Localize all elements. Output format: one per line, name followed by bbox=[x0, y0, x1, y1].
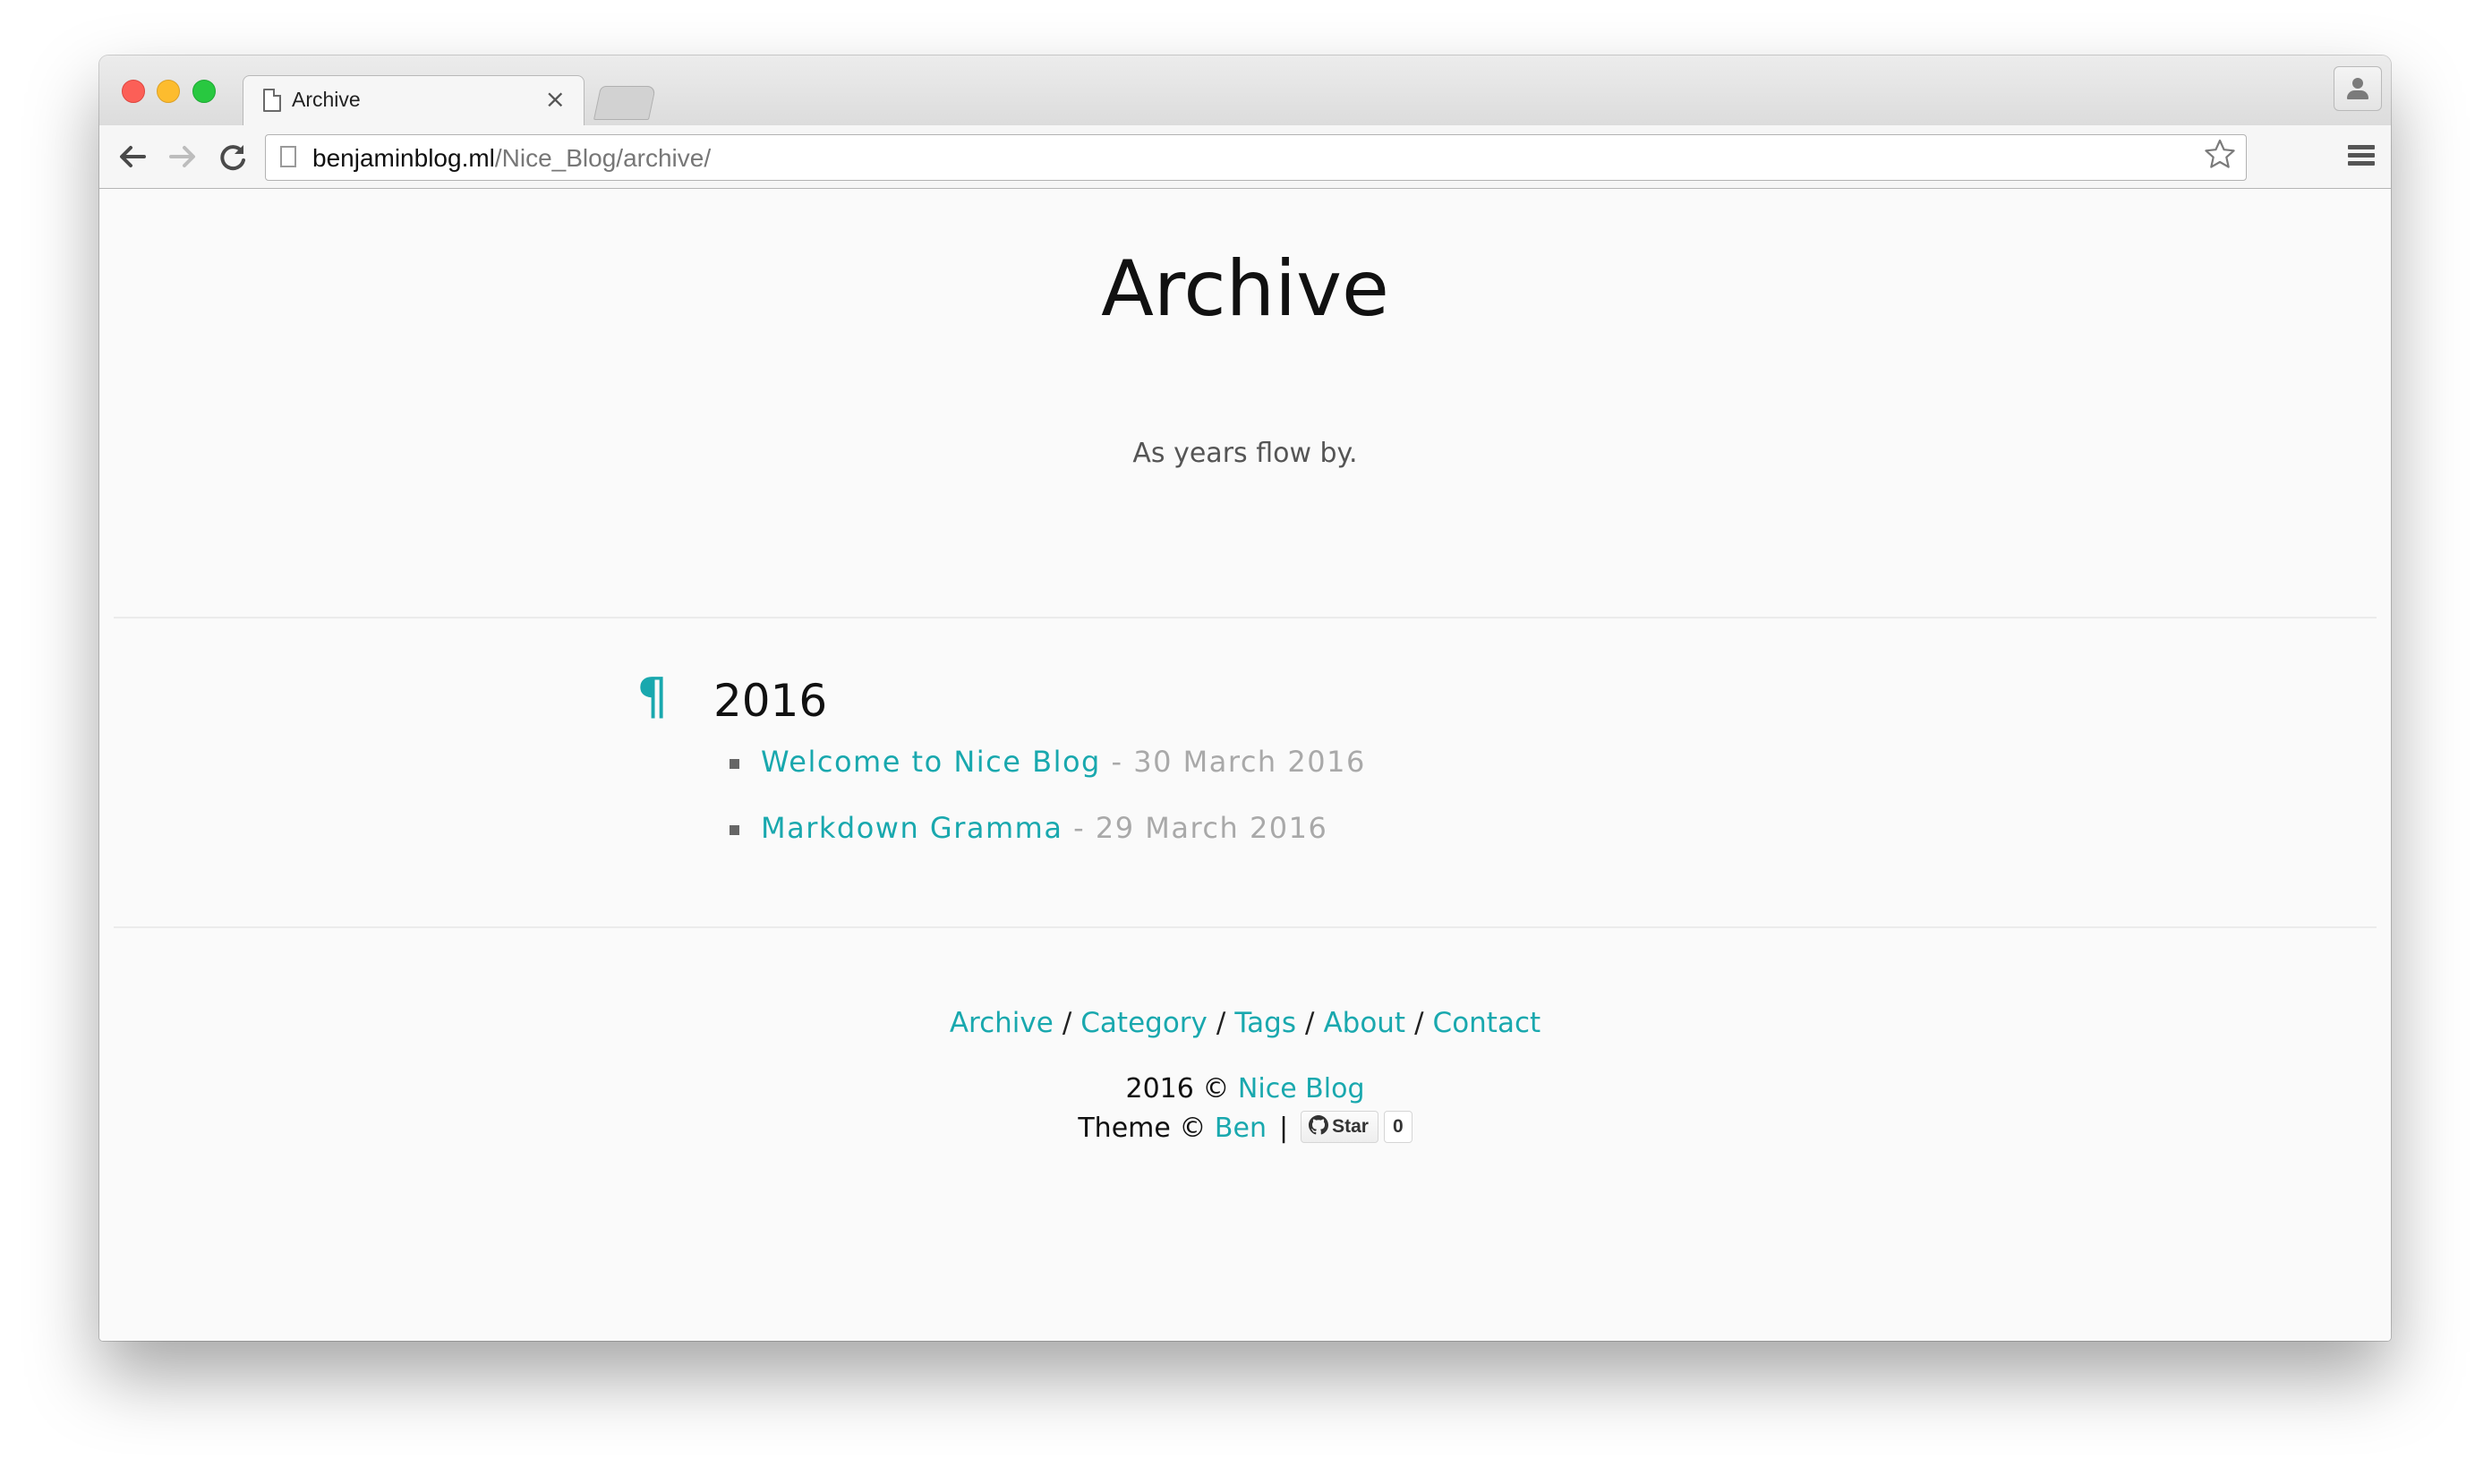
copyright-prefix: 2016 © bbox=[1125, 1073, 1230, 1104]
star-icon[interactable] bbox=[2203, 138, 2237, 181]
year-heading: 2016 bbox=[713, 675, 828, 727]
maximize-window-button[interactable] bbox=[192, 80, 216, 103]
minimize-window-button[interactable] bbox=[157, 80, 180, 103]
back-arrow-icon[interactable] bbox=[114, 138, 151, 175]
copyright: 2016 © Nice Blog bbox=[99, 1071, 2391, 1107]
post-link[interactable]: Welcome to Nice Blog bbox=[761, 745, 1101, 779]
browser-window: Archive × benjaminblog.ml/Nice_Blog/arch… bbox=[99, 55, 2391, 1341]
bullet bbox=[730, 759, 739, 769]
forward-arrow-icon[interactable] bbox=[164, 138, 201, 175]
github-star-label: Star bbox=[1332, 1115, 1369, 1137]
tab-strip: Archive × bbox=[99, 55, 2391, 126]
page-title: Archive bbox=[1101, 244, 1389, 334]
github-star-button[interactable]: Star bbox=[1301, 1110, 1378, 1143]
pilcrow-icon[interactable]: ¶ bbox=[636, 670, 669, 724]
footer-link-archive[interactable]: Archive bbox=[950, 1007, 1054, 1039]
post-date: - 29 March 2016 bbox=[1073, 811, 1328, 845]
github-star-widget: Star 0 bbox=[1301, 1110, 1412, 1143]
address-bar[interactable]: benjaminblog.ml/Nice_Blog/archive/ bbox=[265, 134, 2247, 181]
page-content: Archive As years flow by. ¶ 2016 Welcome… bbox=[99, 189, 2391, 1341]
page-icon bbox=[263, 89, 281, 112]
page-icon bbox=[280, 146, 296, 167]
theme-credit: Theme © Ben | Star 0 bbox=[99, 1110, 2391, 1147]
blog-home-link[interactable]: Nice Blog bbox=[1238, 1073, 1365, 1104]
tab-title: Archive bbox=[292, 88, 361, 111]
post-date: - 30 March 2016 bbox=[1111, 745, 1366, 779]
footer-link-category[interactable]: Category bbox=[1080, 1007, 1208, 1039]
menu-icon[interactable] bbox=[2348, 145, 2375, 168]
footer-link-contact[interactable]: Contact bbox=[1433, 1007, 1541, 1039]
separator: / bbox=[1414, 1007, 1424, 1039]
post-link[interactable]: Markdown Gramma bbox=[761, 811, 1063, 845]
tab-archive[interactable]: Archive × bbox=[243, 75, 585, 126]
footer-nav: Archive / Category / Tags / About / Contact bbox=[99, 1005, 2391, 1041]
github-star-count[interactable]: 0 bbox=[1383, 1110, 1412, 1143]
theme-author-link[interactable]: Ben bbox=[1215, 1113, 1267, 1144]
close-window-button[interactable] bbox=[122, 80, 145, 103]
separator: / bbox=[1216, 1007, 1226, 1039]
close-icon[interactable]: × bbox=[545, 83, 566, 115]
separator: / bbox=[1304, 1007, 1315, 1039]
separator: / bbox=[1062, 1007, 1072, 1039]
github-icon bbox=[1309, 1114, 1329, 1135]
footer-link-about[interactable]: About bbox=[1323, 1007, 1405, 1039]
new-tab-button[interactable] bbox=[593, 86, 657, 120]
page-subtitle: As years flow by. bbox=[1132, 438, 1358, 469]
theme-prefix: Theme © bbox=[1078, 1113, 1207, 1144]
url-text[interactable]: benjaminblog.ml/Nice_Blog/archive/ bbox=[312, 144, 711, 173]
divider bbox=[114, 926, 2377, 928]
bullet bbox=[730, 825, 739, 835]
profile-icon bbox=[2352, 78, 2363, 89]
profile-button[interactable] bbox=[2334, 66, 2382, 111]
divider bbox=[114, 617, 2377, 618]
reload-icon[interactable] bbox=[214, 138, 252, 175]
browser-toolbar: benjaminblog.ml/Nice_Blog/archive/ bbox=[99, 125, 2391, 189]
footer-link-tags[interactable]: Tags bbox=[1234, 1007, 1296, 1039]
separator: | bbox=[1278, 1113, 1289, 1144]
